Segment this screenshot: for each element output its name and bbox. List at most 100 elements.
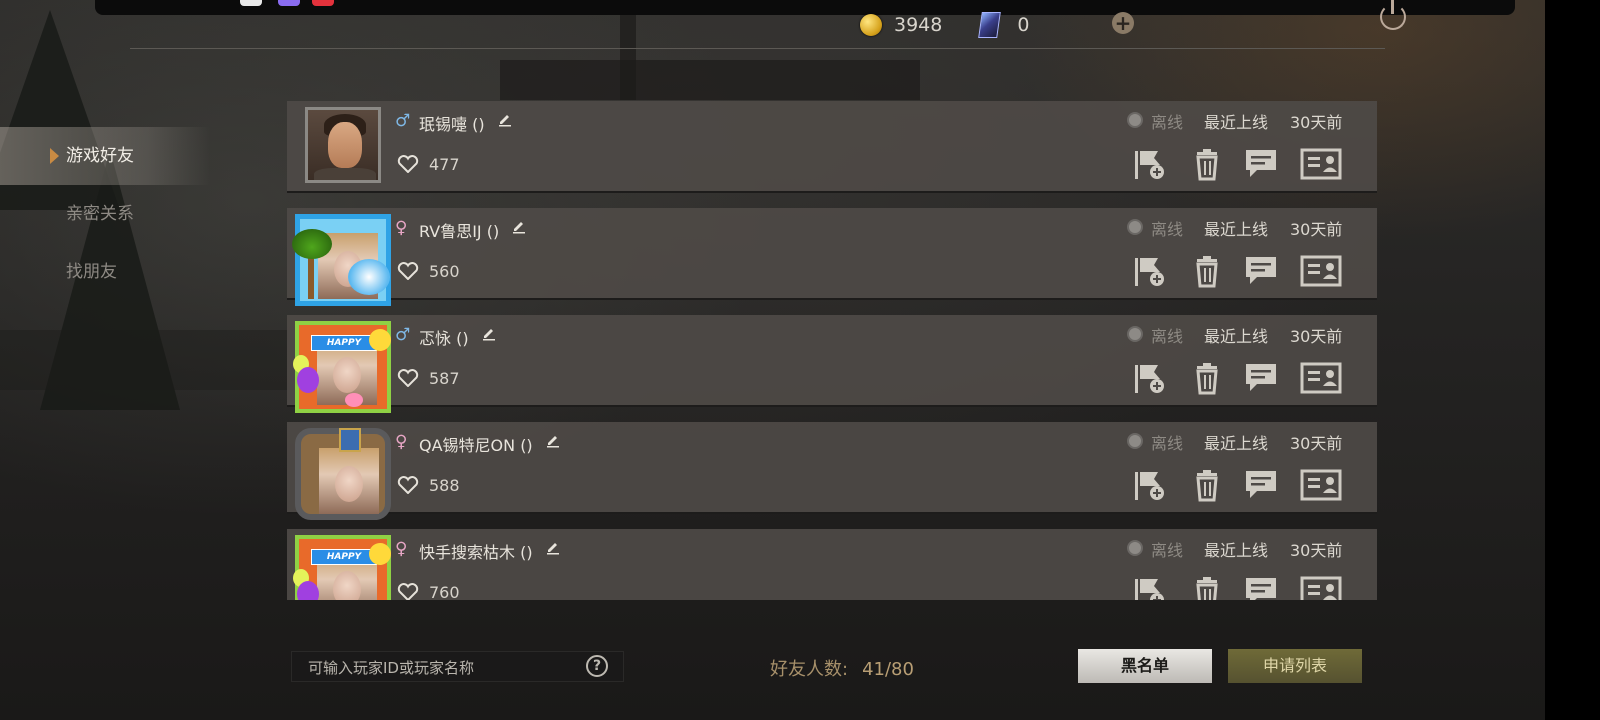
- nav-item-game-friends[interactable]: 游戏好友: [0, 127, 210, 185]
- friend-requests-button[interactable]: 申请列表: [1228, 649, 1362, 683]
- friend-likes: 477: [429, 155, 460, 174]
- chat-button[interactable]: [1241, 252, 1281, 290]
- friend-row: ♂ 珉锡嚏 () 477 离线 最近上线 30天前: [287, 101, 1377, 193]
- add-currency-button[interactable]: +: [1112, 12, 1134, 34]
- avatar-frame-happy: HAPPY: [293, 535, 391, 600]
- flag-add-icon: [1135, 579, 1164, 600]
- offline-status-icon: [1127, 433, 1143, 449]
- friend-list[interactable]: ♂ 珉锡嚏 () 477 离线 最近上线 30天前 ♀ RV鲁思IJ () 56…: [287, 101, 1384, 600]
- gender-icon: ♂: [395, 325, 411, 345]
- chat-bubble-icon: [1246, 150, 1276, 177]
- edit-remark-icon[interactable]: [511, 218, 527, 234]
- friend-likes: 760: [429, 583, 460, 600]
- avatar-frame-tropical: [292, 214, 391, 306]
- last-online-label: 最近上线: [1204, 327, 1269, 346]
- last-online-time: 30天前: [1290, 434, 1343, 453]
- friend-row: HAPPY ♂ 忑怺 () 587 离线 最近上线 30天前: [287, 315, 1377, 413]
- search-help-icon[interactable]: ?: [586, 655, 608, 677]
- card-balance: 0: [1017, 14, 1030, 36]
- top-divider: [130, 48, 1385, 49]
- delete-friend-button[interactable]: [1187, 359, 1227, 397]
- delete-friend-button[interactable]: [1187, 573, 1227, 600]
- friend-count-label: 好友人数:: [770, 659, 849, 680]
- offline-status-icon: [1127, 326, 1143, 342]
- view-profile-button[interactable]: [1299, 573, 1343, 600]
- friend-likes: 588: [429, 476, 460, 495]
- avatar-frame-knight: [295, 428, 391, 520]
- id-card-icon: [1300, 148, 1342, 180]
- chat-bubble-icon: [1246, 364, 1276, 391]
- invite-team-button[interactable]: [1130, 466, 1170, 504]
- heart-icon: [397, 262, 419, 280]
- friend-row: HAPPY ♀ 快手搜索枯木 () 760 离线 最近上线 30天前: [287, 529, 1377, 600]
- last-online-time: 30天前: [1290, 220, 1343, 239]
- last-online-label: 最近上线: [1204, 220, 1269, 239]
- friends-side-nav: 游戏好友 亲密关系 找朋友: [0, 127, 210, 301]
- background-fence: [0, 330, 290, 390]
- chat-bubble-icon: [1246, 578, 1276, 600]
- view-profile-button[interactable]: [1299, 466, 1343, 504]
- trash-icon: [1196, 256, 1218, 288]
- friend-status: 离线: [1151, 434, 1184, 453]
- id-card-icon: [1300, 362, 1342, 394]
- avatar-portrait: [305, 107, 381, 183]
- invite-team-button[interactable]: [1130, 359, 1170, 397]
- id-card-icon: [1300, 469, 1342, 501]
- edit-remark-icon[interactable]: [545, 539, 561, 555]
- status-app-icon: [278, 0, 300, 6]
- chat-button[interactable]: [1241, 359, 1281, 397]
- flag-add-icon: [1135, 258, 1164, 286]
- view-profile-button[interactable]: [1299, 145, 1343, 183]
- gender-icon: ♂: [395, 111, 411, 131]
- trash-icon: [1196, 149, 1218, 181]
- offline-status-icon: [1127, 540, 1143, 556]
- friend-name: 珉锡嚏 (): [419, 115, 485, 134]
- heart-icon: [397, 369, 419, 387]
- last-online-time: 30天前: [1290, 541, 1343, 560]
- friend-status: 离线: [1151, 327, 1184, 346]
- friend-status: 离线: [1151, 113, 1184, 132]
- friend-name: 快手搜索枯木 (): [419, 543, 533, 562]
- power-icon[interactable]: [1380, 0, 1406, 30]
- friend-row: ♀ QA锡特尼ON () 588 离线 最近上线 30天前: [287, 422, 1377, 520]
- invite-team-button[interactable]: [1130, 145, 1170, 183]
- invite-team-button[interactable]: [1130, 252, 1170, 290]
- flag-add-icon: [1135, 472, 1164, 500]
- background-structure: [500, 60, 920, 100]
- gender-icon: ♀: [395, 432, 408, 452]
- edit-remark-icon[interactable]: [481, 325, 497, 341]
- delete-friend-button[interactable]: [1187, 252, 1227, 290]
- invite-team-button[interactable]: [1130, 573, 1170, 600]
- blacklist-button[interactable]: 黑名单: [1078, 649, 1212, 683]
- edit-remark-icon[interactable]: [497, 111, 513, 127]
- player-search-input[interactable]: [292, 652, 590, 683]
- chat-bubble-icon: [1246, 471, 1276, 498]
- delete-friend-button[interactable]: [1187, 145, 1227, 183]
- id-card-icon: [1300, 255, 1342, 287]
- friend-count-value: 41/80: [862, 659, 914, 680]
- friend-likes: 560: [429, 262, 460, 281]
- view-profile-button[interactable]: [1299, 252, 1343, 290]
- last-online-time: 30天前: [1290, 113, 1343, 132]
- game-screen: 3948 0 + 游戏好友 亲密关系 找朋友 ♂ 珉锡嚏 () 477 离线 最…: [0, 0, 1545, 720]
- last-online-label: 最近上线: [1204, 541, 1269, 560]
- chat-button[interactable]: [1241, 573, 1281, 600]
- chat-button[interactable]: [1241, 466, 1281, 504]
- friend-name: 忑怺 (): [419, 329, 469, 348]
- gender-icon: ♀: [395, 218, 408, 238]
- friend-status: 离线: [1151, 220, 1184, 239]
- nav-item-close-relations[interactable]: 亲密关系: [0, 185, 210, 243]
- chat-button[interactable]: [1241, 145, 1281, 183]
- id-card-icon: [1300, 576, 1342, 600]
- device-status-bar: [95, 0, 1515, 15]
- trash-icon: [1196, 577, 1218, 600]
- heart-icon: [397, 583, 419, 600]
- nav-item-find-friends[interactable]: 找朋友: [0, 243, 210, 301]
- last-online-time: 30天前: [1290, 327, 1343, 346]
- trash-icon: [1196, 470, 1218, 502]
- trash-icon: [1196, 363, 1218, 395]
- delete-friend-button[interactable]: [1187, 466, 1227, 504]
- friend-likes: 587: [429, 369, 460, 388]
- view-profile-button[interactable]: [1299, 359, 1343, 397]
- edit-remark-icon[interactable]: [545, 432, 561, 448]
